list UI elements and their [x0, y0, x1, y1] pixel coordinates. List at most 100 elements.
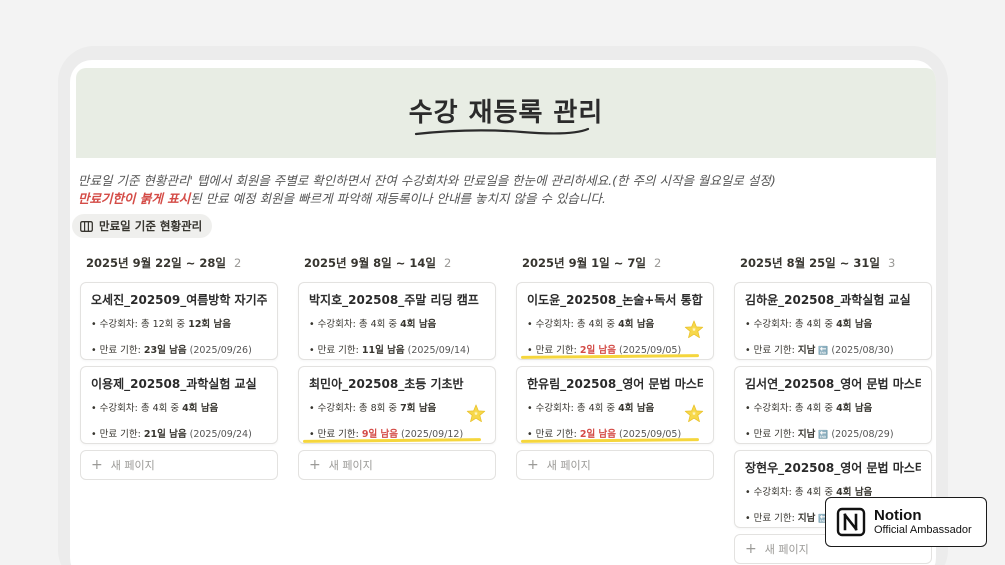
- board-view-icon: [80, 220, 93, 232]
- board-card[interactable]: 박지호_202508_주말 리딩 캠프 • 수강회차: 총 4회 중 4회 남음 •…: [298, 282, 496, 360]
- card-title: 이도윤_202508_논술+독서 통합반: [527, 293, 703, 307]
- expiry-remaining: 21일 남음: [143, 429, 187, 440]
- column-header[interactable]: 2025년 9월 1일 ~ 7일 2: [516, 250, 716, 276]
- new-page-button[interactable]: + 새 페이지: [298, 450, 496, 480]
- badge-title: Notion: [874, 507, 922, 524]
- expiry-remaining: 지남: [797, 429, 816, 440]
- new-page-button[interactable]: + 새 페이지: [80, 450, 278, 480]
- description-line-1: 만료일 기준 현황관리' 탭에서 회원을 주별로 확인하면서 잔여 수강회차와 …: [78, 173, 776, 188]
- card-expiry-property: • 만료 기한: 지남 🔚 (2025/08/29): [745, 429, 894, 440]
- expiry-label: 만료 기한:: [535, 345, 577, 356]
- column-date-range: 2025년 9월 8일 ~ 14일: [304, 256, 436, 270]
- star-icon: [683, 319, 705, 341]
- expiry-label: 만료 기한:: [317, 429, 359, 440]
- new-page-label: 새 페이지: [328, 459, 373, 472]
- card-sessions-property: • 수강회차: 총 4회 중 4회 남음: [527, 319, 655, 330]
- badge-subtitle: Official Ambassador: [874, 524, 972, 536]
- sessions-remaining: 4회 남음: [400, 319, 437, 330]
- expiry-remaining: 지남: [797, 345, 816, 356]
- board-card[interactable]: 오세진_202509_여름방학 자기주도반 • 수강회차: 총 12회 중 12회…: [80, 282, 278, 360]
- board-card[interactable]: 이도윤_202508_논술+독서 통합반 • 수강회차: 총 4회 중 4회 남음…: [516, 282, 714, 360]
- board-card[interactable]: 최민아_202508_초등 기초반 • 수강회차: 총 8회 중 7회 남음 • 만…: [298, 366, 496, 444]
- column-count: 2: [234, 256, 242, 270]
- card-sessions-property: • 수강회차: 총 4회 중 4회 남음: [527, 403, 655, 414]
- sessions-remaining: 7회 남음: [400, 403, 437, 414]
- new-page-button[interactable]: + 새 페이지: [516, 450, 714, 480]
- expiry-date: (2025/09/14): [407, 345, 470, 356]
- highlight-underline: [520, 354, 700, 359]
- card-sessions-property: • 수강회차: 총 4회 중 4회 남음: [309, 319, 437, 330]
- expiry-label: 만료 기한:: [753, 513, 795, 524]
- card-expiry-property: • 만료 기한: 23일 남음 (2025/09/26): [91, 345, 252, 356]
- plus-icon: +: [91, 457, 103, 473]
- column-count: 2: [443, 256, 452, 270]
- highlight-underline: [520, 438, 700, 443]
- card-sessions-property: • 수강회차: 총 12회 중 12회 남음: [91, 319, 231, 330]
- expiry-remaining: 11일 남음: [361, 345, 405, 356]
- card-title: 장현우_202508_영어 문법 마스터: [745, 461, 921, 475]
- sessions-remaining: 4회 남음: [182, 403, 219, 414]
- sessions-total: 총 4회 중: [576, 319, 619, 330]
- end-icon: 🔚: [818, 346, 829, 355]
- column-date-range: 2025년 9월 1일 ~ 7일: [522, 256, 646, 270]
- star-icon: [465, 403, 487, 425]
- expiry-remaining: 23일 남음: [143, 345, 187, 356]
- new-page-label: 새 페이지: [546, 459, 591, 472]
- sessions-label: 수강회차:: [535, 319, 574, 330]
- sessions-remaining: 4회 남음: [836, 319, 873, 330]
- board-column: 2025년 9월 8일 ~ 14일 2 박지호_202508_주말 리딩 캠프 • 수…: [298, 250, 498, 480]
- card-title: 김하윤_202508_과학실험 교실: [745, 293, 911, 307]
- card-sessions-property: • 수강회차: 총 4회 중 4회 남음: [745, 487, 873, 498]
- column-header[interactable]: 2025년 9월 22일 ~ 28일 2: [80, 250, 280, 276]
- card-title: 한유림_202508_영어 문법 마스터: [527, 377, 703, 391]
- card-title: 이용제_202508_과학실험 교실: [91, 377, 257, 391]
- new-page-label: 새 페이지: [110, 459, 155, 472]
- card-expiry-property: • 만료 기한: 21일 남음 (2025/09/24): [91, 429, 252, 440]
- board-column: 2025년 9월 22일 ~ 28일 2 오세진_202509_여름방학 자기주도반…: [80, 250, 280, 480]
- sessions-total: 총 4회 중: [794, 403, 837, 414]
- view-tab-expiry-board[interactable]: 만료일 기준 현황관리: [72, 214, 213, 238]
- sessions-remaining: 12회 남음: [188, 319, 231, 330]
- column-header[interactable]: 2025년 8월 25일 ~ 31일 3: [734, 250, 934, 276]
- expiry-date: (2025/08/30): [831, 345, 894, 356]
- sessions-remaining: 4회 남음: [836, 403, 873, 414]
- board-card[interactable]: 김서연_202508_영어 문법 마스터 • 수강회차: 총 4회 중 4회 남음…: [734, 366, 932, 444]
- description-line-2: 만료기한이 붉게 표시된 만료 예정 회원을 빠르게 파악해 재등록이나 안내를…: [78, 190, 776, 208]
- sessions-total: 총 12회 중: [140, 319, 189, 330]
- sessions-remaining: 4회 남음: [618, 403, 655, 414]
- card-title: 오세진_202509_여름방학 자기주도반: [91, 293, 267, 307]
- column-count: 3: [888, 256, 896, 270]
- new-page-label: 새 페이지: [764, 543, 809, 556]
- column-header[interactable]: 2025년 9월 8일 ~ 14일 2: [298, 250, 498, 276]
- board-card[interactable]: 김하윤_202508_과학실험 교실 • 수강회차: 총 4회 중 4회 남음 • …: [734, 282, 932, 360]
- expiry-date: (2025/09/26): [189, 345, 252, 356]
- notion-page: 수강 재등록 관리 만료일 기준 현황관리' 탭에서 회원을 주별로 확인하면서…: [70, 60, 936, 565]
- expiry-date: (2025/08/29): [831, 429, 894, 440]
- sessions-label: 수강회차:: [99, 319, 138, 330]
- notion-ambassador-badge: Notion Official Ambassador: [825, 497, 987, 547]
- board-card[interactable]: 이용제_202508_과학실험 교실 • 수강회차: 총 4회 중 4회 남음 • …: [80, 366, 278, 444]
- board-card[interactable]: 한유림_202508_영어 문법 마스터 • 수강회차: 총 4회 중 4회 남음…: [516, 366, 714, 444]
- sessions-label: 수강회차:: [535, 403, 574, 414]
- notion-logo-icon: [836, 507, 866, 537]
- column-count: 2: [653, 256, 662, 270]
- card-title: 최민아_202508_초등 기초반: [309, 377, 464, 391]
- description-line-2-rest: 된 만료 예정 회원을 빠르게 파악해 재등록이나 안내를 놓치지 않을 수 있…: [190, 191, 606, 206]
- sessions-total: 총 4회 중: [140, 403, 183, 414]
- card-sessions-property: • 수강회차: 총 4회 중 4회 남음: [91, 403, 219, 414]
- page-title: 수강 재등록 관리: [408, 98, 604, 128]
- expiry-label: 만료 기한:: [753, 345, 795, 356]
- badge-text: Notion Official Ambassador: [874, 507, 972, 537]
- card-sessions-property: • 수강회차: 총 8회 중 7회 남음: [309, 403, 437, 414]
- card-sessions-property: • 수강회차: 총 4회 중 4회 남음: [745, 403, 873, 414]
- sessions-remaining: 4회 남음: [618, 319, 655, 330]
- sessions-total: 총 4회 중: [358, 319, 401, 330]
- card-expiry-property: • 만료 기한: 11일 남음 (2025/09/14): [309, 345, 470, 356]
- expiry-label: 만료 기한:: [99, 429, 141, 440]
- card-title: 박지호_202508_주말 리딩 캠프: [309, 293, 479, 307]
- column-date-range: 2025년 8월 25일 ~ 31일: [740, 256, 880, 270]
- star-icon: [683, 403, 705, 425]
- card-expiry-property: • 만료 기한: 지남 🔚 (2025/08/30): [745, 345, 894, 356]
- expiry-date: (2025/09/24): [189, 429, 252, 440]
- title-underline-swoosh: [414, 127, 590, 136]
